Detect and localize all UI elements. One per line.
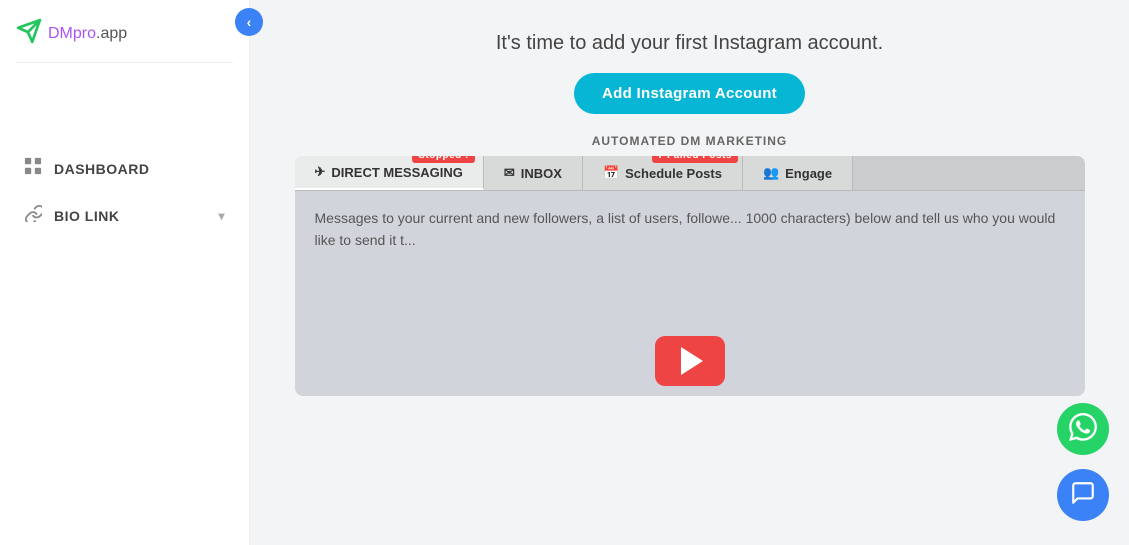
main-content: It's time to add your first Instagram ac…: [250, 0, 1129, 545]
promo-area: It's time to add your first Instagram ac…: [250, 0, 1129, 134]
logo-app: app: [100, 25, 127, 42]
bio-link-icon: [24, 204, 42, 227]
failed-posts-badge: 7 Failed Posts: [652, 156, 738, 163]
bio-link-arrow-icon: ▾: [218, 209, 225, 223]
tab-engage-label: Engage: [785, 166, 832, 181]
tab-schedule-posts[interactable]: 📅 Schedule Posts 7 Failed Posts: [583, 156, 743, 190]
whatsapp-button[interactable]: [1057, 403, 1109, 455]
logo-dm: DM: [48, 25, 73, 42]
stopped-badge: Stopped !: [412, 156, 475, 163]
chat-button[interactable]: [1057, 469, 1109, 521]
play-button-container: [295, 336, 1085, 396]
sidebar-item-dashboard[interactable]: DASHBOARD: [0, 147, 249, 190]
tab-inbox-label: INBOX: [521, 166, 562, 181]
add-instagram-button[interactable]: Add Instagram Account: [574, 73, 805, 114]
play-triangle-icon: [681, 347, 703, 375]
chat-icon: [1070, 480, 1096, 511]
inbox-icon: ✉: [504, 165, 515, 181]
engage-icon: 👥: [763, 165, 779, 181]
tab-schedule-posts-label: Schedule Posts: [625, 166, 722, 181]
section-label: AUTOMATED DM MARKETING: [592, 134, 788, 148]
tab-direct-messaging[interactable]: ✈ DIRECT MESSAGING Stopped !: [295, 156, 484, 190]
dashboard-icon: [24, 157, 42, 180]
schedule-posts-icon: 📅: [603, 165, 619, 181]
video-body-text: Messages to your current and new followe…: [315, 207, 1065, 252]
tab-inbox[interactable]: ✉ INBOX: [484, 156, 583, 190]
logo-text: DMpro.app: [48, 25, 127, 43]
sidebar-nav: DASHBOARD BIO LINK ▾: [0, 139, 249, 245]
sidebar-item-bio-link[interactable]: BIO LINK ▾: [0, 194, 249, 237]
promo-text: It's time to add your first Instagram ac…: [496, 32, 883, 55]
logo-icon: [16, 18, 42, 50]
logo-pro: pro: [73, 25, 96, 42]
video-body: Messages to your current and new followe…: [295, 191, 1085, 268]
sidebar-item-bio-link-label: BIO LINK: [54, 208, 119, 224]
video-tabs: ✈ DIRECT MESSAGING Stopped ! ✉ INBOX 📅 S…: [295, 156, 1085, 191]
sidebar: ‹ DMpro.app DASHBOARD: [0, 0, 250, 545]
logo: DMpro.app: [0, 0, 249, 62]
video-card: ✈ DIRECT MESSAGING Stopped ! ✉ INBOX 📅 S…: [295, 156, 1085, 396]
tab-direct-messaging-label: DIRECT MESSAGING: [331, 165, 462, 180]
direct-messaging-icon: ✈: [315, 164, 326, 180]
video-section: AUTOMATED DM MARKETING ✈ DIRECT MESSAGIN…: [250, 134, 1129, 545]
tab-engage[interactable]: 👥 Engage: [743, 156, 853, 190]
sidebar-item-dashboard-label: DASHBOARD: [54, 161, 150, 177]
whatsapp-icon: [1069, 413, 1097, 446]
play-button[interactable]: [655, 336, 725, 386]
sidebar-divider: [16, 62, 233, 63]
sidebar-collapse-button[interactable]: ‹: [235, 8, 263, 36]
